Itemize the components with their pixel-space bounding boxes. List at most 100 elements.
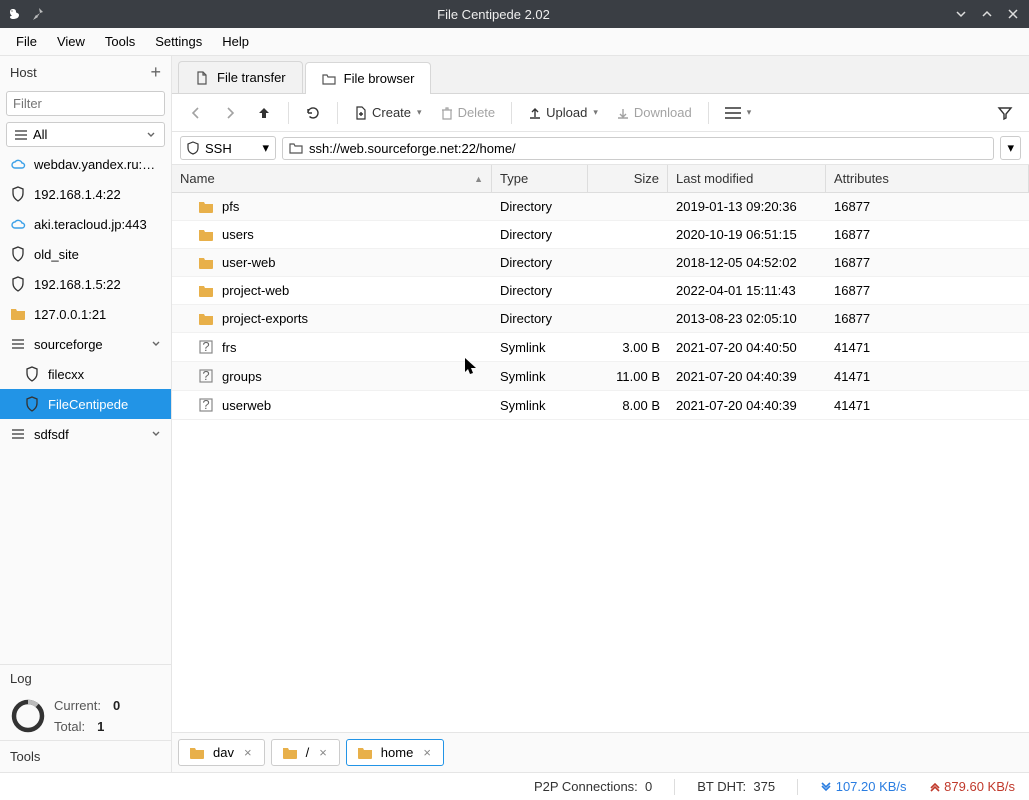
create-button[interactable]: Create▾ — [348, 101, 428, 124]
breadcrumb-label: / — [306, 745, 310, 760]
bt-dht-label: BT DHT: — [697, 779, 746, 794]
add-host-button[interactable]: + — [150, 62, 161, 83]
file-size — [588, 277, 668, 304]
sidebar-item-old-site[interactable]: old_site — [0, 239, 171, 269]
menu-view[interactable]: View — [47, 30, 95, 53]
download-speed: 107.20 KB/s — [820, 779, 906, 794]
sidebar-item-127-0-0-1-21[interactable]: 127.0.0.1:21 — [0, 299, 171, 329]
tab-file-transfer[interactable]: File transfer — [178, 61, 303, 93]
table-row[interactable]: pfsDirectory2019-01-13 09:20:3616877 — [172, 193, 1029, 221]
cloud-icon — [10, 156, 26, 172]
tab-file-browser[interactable]: File browser — [305, 62, 432, 94]
ham-icon — [10, 426, 26, 442]
tools-header[interactable]: Tools — [0, 740, 171, 772]
column-type[interactable]: Type — [492, 165, 588, 192]
sidebar-item-label: sdfsdf — [34, 427, 151, 442]
shield-icon — [24, 396, 40, 412]
shield-icon — [10, 186, 26, 202]
table-row[interactable]: project-webDirectory2022-04-01 15:11:431… — [172, 277, 1029, 305]
log-header[interactable]: Log — [0, 664, 171, 692]
file-type: Symlink — [492, 391, 588, 419]
close-tab-button[interactable]: × — [242, 745, 254, 760]
table-row[interactable]: user-webDirectory2018-12-05 04:52:021687… — [172, 249, 1029, 277]
sidebar-item-192-168-1-4-22[interactable]: 192.168.1.4:22 — [0, 179, 171, 209]
all-hosts-selector[interactable]: All — [6, 122, 165, 147]
chevron-down-icon — [146, 130, 156, 140]
file-attributes: 16877 — [826, 221, 1029, 248]
svg-text:?: ? — [202, 339, 209, 354]
sidebar-item-webdav-yandex-ru-443[interactable]: webdav.yandex.ru:443 — [0, 149, 171, 179]
sidebar-item-filecentipede[interactable]: FileCentipede — [0, 389, 171, 419]
protocol-selector[interactable]: SSH ▾ — [180, 136, 276, 160]
address-bar: SSH ▾ ▾ — [172, 132, 1029, 165]
column-size[interactable]: Size — [588, 165, 668, 192]
grid-header: Name▲ Type Size Last modified Attributes — [172, 165, 1029, 193]
table-row[interactable]: ?frsSymlink3.00 B2021-07-20 04:40:504147… — [172, 333, 1029, 362]
upload-button[interactable]: Upload▾ — [522, 101, 604, 124]
refresh-button[interactable] — [299, 101, 327, 125]
filter-input[interactable] — [6, 91, 165, 116]
breadcrumb-label: home — [381, 745, 414, 760]
menu-settings[interactable]: Settings — [145, 30, 212, 53]
address-dropdown[interactable]: ▾ — [1000, 136, 1021, 160]
breadcrumb-tab[interactable]: /× — [271, 739, 340, 766]
file-modified: 2021-07-20 04:40:39 — [668, 362, 826, 390]
menu-tools[interactable]: Tools — [95, 30, 145, 53]
column-attributes[interactable]: Attributes — [826, 165, 1029, 192]
separator — [797, 779, 798, 795]
sidebar-item-192-168-1-5-22[interactable]: 192.168.1.5:22 — [0, 269, 171, 299]
chevron-down-icon — [151, 339, 161, 349]
maximize-button[interactable] — [979, 6, 995, 22]
file-modified: 2022-04-01 15:11:43 — [668, 277, 826, 304]
table-row[interactable]: ?userwebSymlink8.00 B2021-07-20 04:40:39… — [172, 391, 1029, 420]
column-modified[interactable]: Last modified — [668, 165, 826, 192]
file-modified: 2021-07-20 04:40:39 — [668, 391, 826, 419]
close-tab-button[interactable]: × — [421, 745, 433, 760]
close-button[interactable] — [1005, 6, 1021, 22]
sidebar-item-label: 192.168.1.5:22 — [34, 277, 161, 292]
breadcrumb-tab[interactable]: home × — [346, 739, 444, 766]
file-attributes: 16877 — [826, 193, 1029, 220]
back-button[interactable] — [182, 101, 210, 125]
menu-help[interactable]: Help — [212, 30, 259, 53]
column-name[interactable]: Name▲ — [172, 165, 492, 192]
table-row[interactable]: ?groupsSymlink11.00 B2021-07-20 04:40:39… — [172, 362, 1029, 391]
file-grid: Name▲ Type Size Last modified Attributes… — [172, 165, 1029, 732]
minimize-button[interactable] — [953, 6, 969, 22]
file-size — [588, 305, 668, 332]
file-type: Symlink — [492, 333, 588, 361]
forward-button[interactable] — [216, 101, 244, 125]
address-input[interactable] — [309, 141, 987, 156]
menubar: File View Tools Settings Help — [0, 28, 1029, 56]
file-name: users — [222, 227, 254, 242]
pin-icon[interactable] — [30, 7, 44, 21]
folder-icon — [282, 746, 298, 760]
file-name: frs — [222, 340, 236, 355]
view-options-button[interactable]: ▾ — [719, 103, 758, 123]
all-label: All — [33, 127, 146, 142]
table-row[interactable]: project-exportsDirectory2013-08-23 02:05… — [172, 305, 1029, 333]
filter-button[interactable] — [991, 101, 1019, 125]
file-type: Directory — [492, 305, 588, 332]
file-type: Directory — [492, 249, 588, 276]
separator — [511, 102, 512, 124]
menu-file[interactable]: File — [6, 30, 47, 53]
sidebar-item-sourceforge[interactable]: sourceforge — [0, 329, 171, 359]
file-type: Directory — [492, 221, 588, 248]
table-row[interactable]: usersDirectory2020-10-19 06:51:1516877 — [172, 221, 1029, 249]
symlink-icon: ? — [198, 339, 214, 355]
delete-label: Delete — [458, 105, 496, 120]
sidebar-item-label: old_site — [34, 247, 161, 262]
sidebar-item-sdfsdf[interactable]: sdfsdf — [0, 419, 171, 449]
breadcrumb-label: dav — [213, 745, 234, 760]
file-attributes: 41471 — [826, 362, 1029, 390]
sidebar-item-filecxx[interactable]: filecxx — [0, 359, 171, 389]
close-tab-button[interactable]: × — [317, 745, 329, 760]
delete-button[interactable]: Delete — [434, 101, 502, 124]
up-button[interactable] — [250, 101, 278, 125]
folder-icon — [357, 746, 373, 760]
breadcrumb-tab[interactable]: dav × — [178, 739, 265, 766]
folder-icon — [198, 256, 214, 270]
sidebar-item-aki-teracloud-jp-443[interactable]: aki.teracloud.jp:443 — [0, 209, 171, 239]
download-button[interactable]: Download — [610, 101, 698, 124]
